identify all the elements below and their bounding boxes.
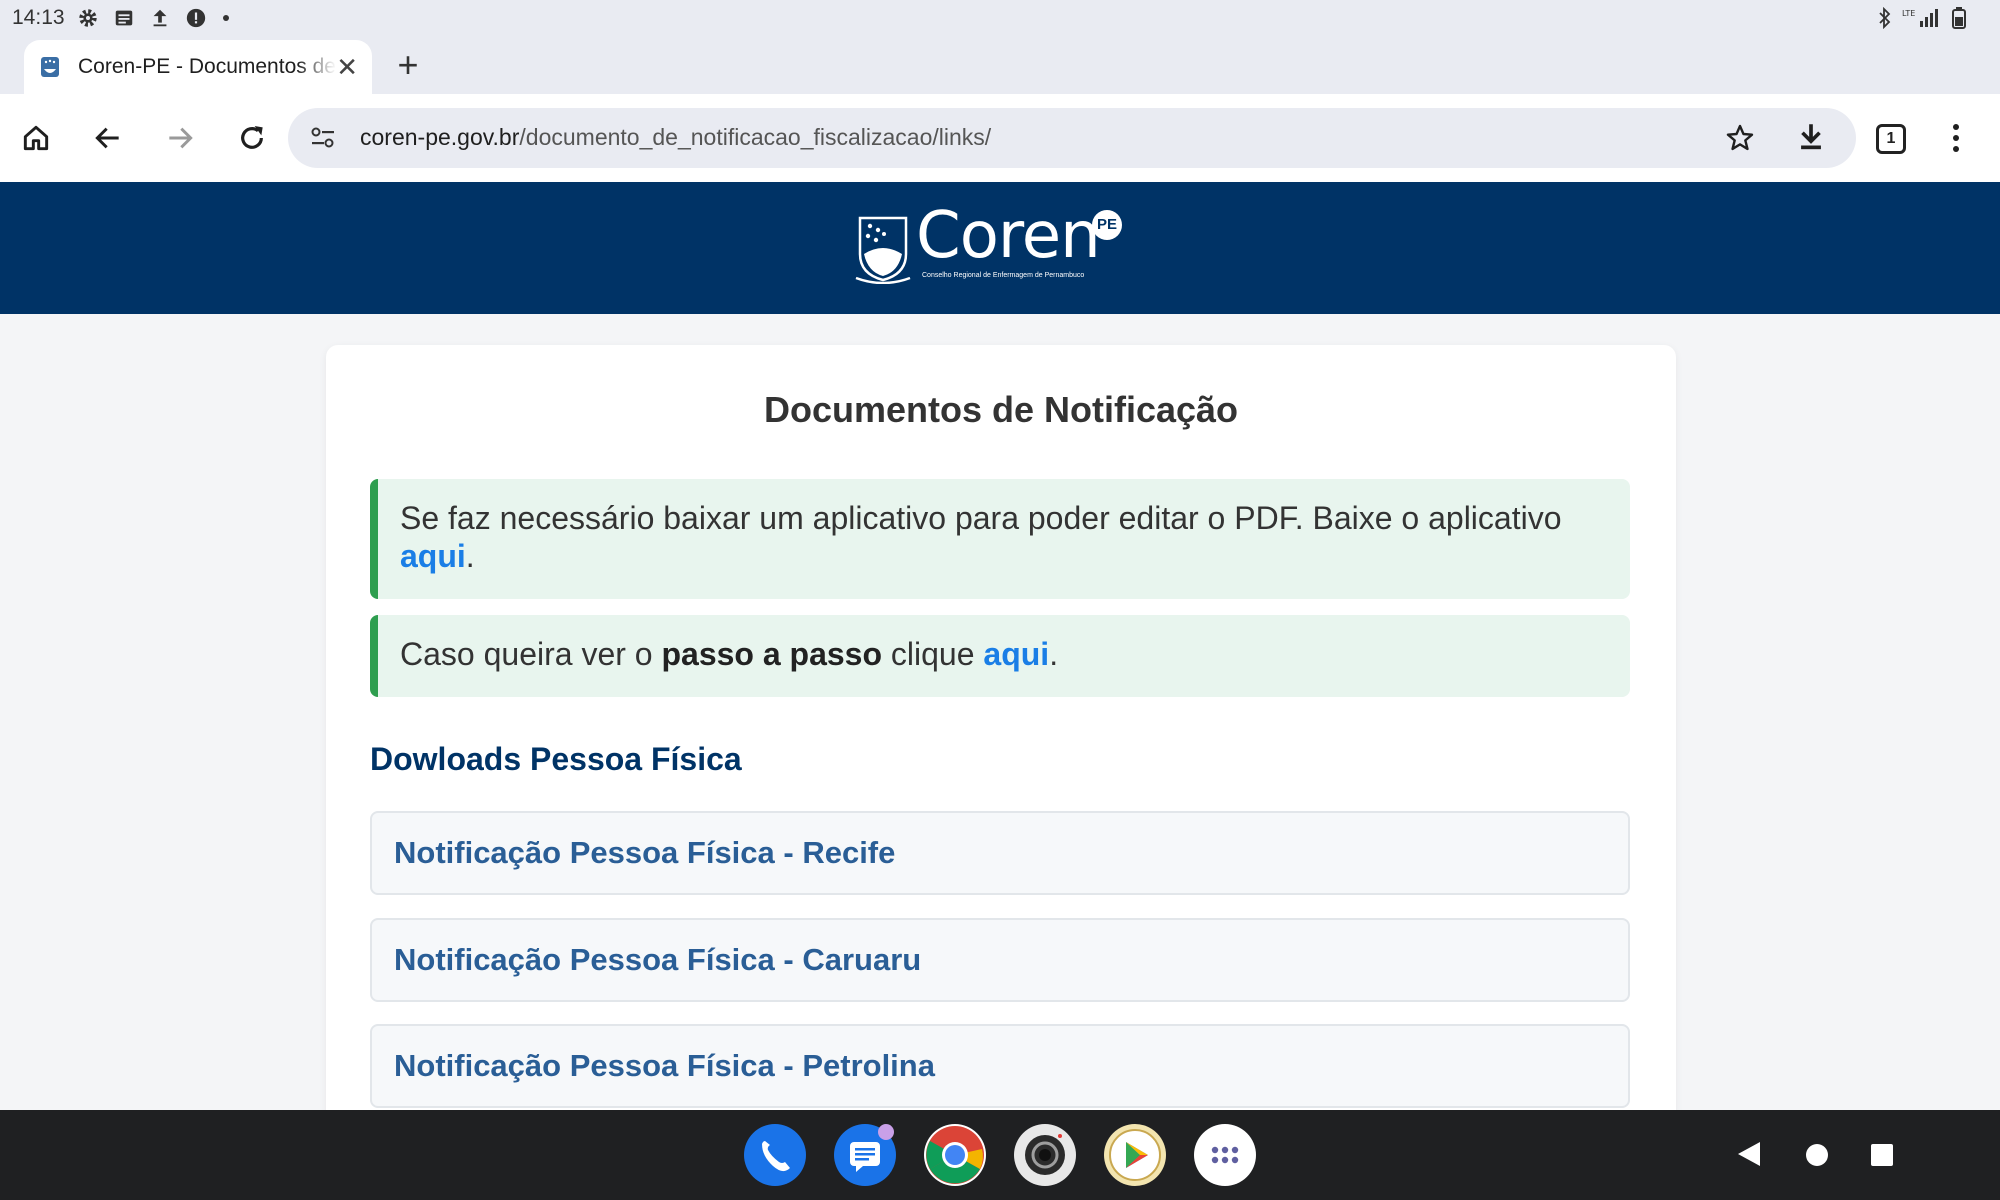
tab-strip: Coren-PE - Documentos de Notificação ✕ +	[0, 36, 2000, 94]
bluetooth-icon	[1878, 7, 1892, 29]
brand-badge: PE	[1092, 210, 1122, 240]
forward-button[interactable]	[158, 116, 202, 160]
nav-home-button[interactable]	[1804, 1142, 1830, 1173]
url-text[interactable]: coren-pe.gov.br/documento_de_notificacao…	[360, 124, 991, 151]
alert-icon	[185, 7, 207, 29]
circle-home-icon	[1806, 1144, 1828, 1166]
system-navigation-bar	[0, 1110, 2000, 1200]
arrow-right-icon	[169, 127, 193, 149]
alert-text: Caso queira ver o	[400, 636, 662, 672]
alert-period: .	[1049, 636, 1059, 672]
site-header: Coren PE Conselho Regional de Enfermagem…	[0, 182, 2000, 314]
tutorial-alert: Caso queira ver o passo a passo clique a…	[370, 615, 1630, 697]
status-time: 14:13	[12, 6, 65, 29]
section-title: Dowloads Pessoa Física	[370, 741, 742, 777]
square-recents-icon	[1871, 1144, 1893, 1166]
gear-icon	[77, 7, 99, 29]
play-store-app-icon[interactable]	[1104, 1124, 1166, 1186]
upload-icon	[149, 7, 171, 29]
download-icon[interactable]	[1794, 120, 1828, 159]
coren-logo[interactable]: Coren PE Conselho Regional de Enfermagem…	[854, 204, 1124, 286]
alert-text: clique	[882, 636, 984, 672]
alert-period: .	[465, 538, 475, 574]
tutorial-link[interactable]: aqui	[983, 636, 1049, 672]
download-app-alert: Se faz necessário baixar um aplicativo p…	[370, 479, 1630, 599]
nav-recents-button[interactable]	[1870, 1143, 1894, 1172]
dot-icon	[221, 13, 231, 23]
site-settings-icon[interactable]	[310, 126, 336, 155]
download-link-caruaru[interactable]: Notificação Pessoa Física - Caruaru	[370, 918, 1630, 1002]
brand-subtitle: Conselho Regional de Enfermagem de Perna…	[922, 272, 1085, 279]
url-host: coren-pe.gov.br	[360, 124, 520, 150]
arrow-left-icon	[95, 127, 119, 149]
bookmark-star-icon[interactable]	[1724, 122, 1756, 159]
home-button[interactable]	[14, 116, 58, 160]
reload-button[interactable]	[230, 116, 274, 160]
browser-tab[interactable]: Coren-PE - Documentos de Notificação ✕	[24, 40, 372, 94]
notes-icon	[113, 7, 135, 29]
page-title: Documentos de Notificação	[763, 389, 1239, 430]
app-drawer-icon[interactable]	[1194, 1124, 1256, 1186]
triangle-back-icon	[1738, 1142, 1760, 1166]
home-icon	[23, 125, 49, 151]
status-bar: 14:13 LTE	[0, 0, 2000, 36]
coren-crest-icon	[855, 216, 911, 284]
new-tab-button[interactable]: +	[390, 47, 426, 84]
reload-icon	[241, 126, 263, 149]
phone-app-icon[interactable]	[744, 1124, 806, 1186]
nav-back-button[interactable]	[1736, 1140, 1762, 1173]
url-path: /documento_de_notificacao_fiscalizacao/l…	[519, 124, 992, 150]
tab-title: Coren-PE - Documentos de Notificação	[78, 55, 336, 78]
back-button[interactable]	[86, 116, 130, 160]
close-tab-icon[interactable]: ✕	[336, 54, 358, 80]
brand-wordmark: Coren	[916, 199, 1101, 273]
download-link-petrolina[interactable]: Notificação Pessoa Física - Petrolina	[370, 1024, 1630, 1108]
coren-favicon-icon	[38, 55, 62, 79]
svg-text:LTE: LTE	[1902, 9, 1915, 18]
camera-app-icon[interactable]	[1014, 1124, 1076, 1186]
download-link-recife[interactable]: Notificação Pessoa Física - Recife	[370, 811, 1630, 895]
address-bar[interactable]: coren-pe.gov.br/documento_de_notificacao…	[288, 108, 1856, 168]
alert-text: Se faz necessário baixar um aplicativo p…	[400, 500, 1562, 536]
tab-switcher-button[interactable]: 1	[1876, 124, 1906, 154]
messages-app-icon[interactable]	[834, 1124, 896, 1186]
alert-bold-text: passo a passo	[661, 636, 883, 672]
status-icons-right: LTE	[1878, 7, 1988, 29]
more-menu-icon[interactable]	[1950, 122, 1962, 159]
chrome-app-icon[interactable]	[924, 1124, 986, 1186]
app-download-link[interactable]: aqui	[400, 538, 466, 574]
browser-toolbar: coren-pe.gov.br/documento_de_notificacao…	[0, 94, 2000, 182]
status-icons-left	[77, 7, 231, 29]
signal-icon: LTE	[1902, 7, 1942, 29]
content-card: Documentos de Notificação Se faz necessá…	[326, 345, 1676, 1125]
battery-icon	[1952, 7, 1966, 29]
